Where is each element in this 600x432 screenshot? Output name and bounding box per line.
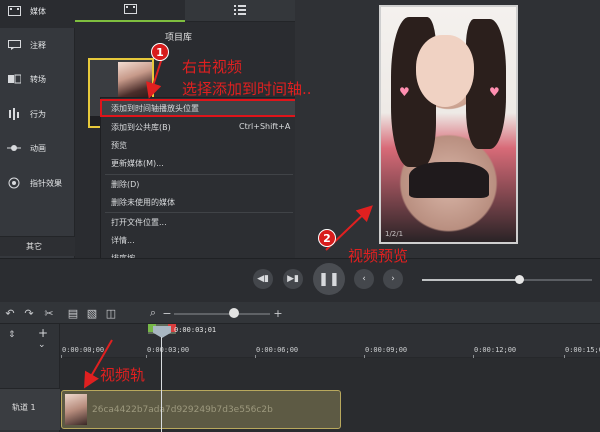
- film-icon: [123, 4, 137, 16]
- bin-title: 项目库: [165, 33, 193, 43]
- seek-progress: [422, 279, 519, 281]
- preview-garment: [409, 162, 489, 198]
- step2-text: 视频预览: [348, 247, 409, 265]
- redo-icon[interactable]: ↷: [22, 306, 36, 320]
- zoom-icon[interactable]: ⌕: [146, 306, 160, 320]
- menu-item-shortcut: Ctrl+Shift+A: [239, 122, 291, 131]
- menu-item-update-media[interactable]: 更新媒体(M)...: [101, 155, 297, 171]
- menu-item-add-to-playhead[interactable]: 添加到时间轴播放头位置: [100, 99, 298, 117]
- sidebar-item-label: 转场: [30, 74, 46, 84]
- context-menu: 添加到时间轴播放头位置 添加到公共库(B) Ctrl+Shift+A 预览 更新…: [100, 97, 298, 267]
- zoom-in-icon[interactable]: +: [271, 306, 285, 320]
- zoom-out-icon[interactable]: −: [160, 306, 174, 320]
- menu-item-label: 删除(D): [111, 180, 140, 189]
- menu-item-label: 详情...: [111, 236, 135, 245]
- menu-item-label: 添加到公共库(B): [111, 123, 171, 132]
- menu-item-label: 更新媒体(M)...: [111, 159, 164, 168]
- pause-icon: ❚❚: [318, 271, 340, 287]
- playhead-time: 0:00:03;01: [174, 326, 217, 334]
- seek-handle[interactable]: [514, 275, 524, 284]
- list-icon: [234, 5, 246, 17]
- step2-badge: 2: [318, 229, 336, 247]
- next-icon: ›: [391, 274, 395, 284]
- step1-text-line1: 右击视频: [182, 58, 243, 76]
- menu-item-label: 预览: [111, 141, 127, 150]
- video-clip[interactable]: 26ca4422b7ada7d929249b7d3e556c2b: [61, 390, 341, 429]
- step-forward-button[interactable]: ▶▮: [283, 269, 303, 289]
- ruler-tick-label: 0:00:03;00: [147, 346, 190, 354]
- next-button[interactable]: ›: [383, 269, 403, 289]
- undo-icon[interactable]: ↶: [3, 306, 17, 320]
- menu-item-label: 删除未使用的媒体: [111, 198, 175, 207]
- sidebar-item-media[interactable]: 媒体: [0, 0, 75, 28]
- chevron-down-icon[interactable]: ⌄: [38, 340, 46, 350]
- copy-icon[interactable]: ▤: [66, 306, 80, 320]
- clip-name: 26ca4422b7ada7d929249b7d3e556c2b: [92, 405, 273, 415]
- prev-icon: ‹: [362, 274, 366, 284]
- annotation-icon: [7, 39, 21, 51]
- sidebar-item-transitions[interactable]: 转场: [0, 62, 75, 96]
- sidebar-item-label: 动画: [30, 143, 46, 153]
- sidebar-item-label: 行为: [30, 109, 46, 119]
- step1-text-line2: 选择添加到时间轴..: [182, 80, 312, 98]
- sidebar-item-animations[interactable]: 动画: [0, 131, 75, 165]
- menu-item-label: 打开文件位置...: [111, 218, 167, 227]
- ruler-tick-label: 0:00:00;00: [62, 346, 105, 354]
- playhead-line: [161, 337, 162, 432]
- menu-item-delete[interactable]: 删除(D): [101, 176, 297, 192]
- ruler-tick-label: 0:00:06;00: [256, 346, 299, 354]
- video-preview-frame[interactable]: ♥ ♥ 1/2/1: [379, 5, 518, 244]
- heart-icon: ♥: [489, 85, 500, 99]
- ruler-tick-label: 0:00:12;00: [474, 346, 517, 354]
- thumbnail-image: [118, 62, 152, 98]
- cut-icon[interactable]: ✂: [42, 306, 56, 320]
- add-track-icon[interactable]: +: [38, 326, 48, 340]
- left-sidebar: 媒体 注释 转场 行为 动画 指针效果: [0, 0, 75, 258]
- rewind-icon: ◀▮: [257, 274, 269, 284]
- seek-bar[interactable]: [422, 275, 592, 284]
- clip-thumbnail: [65, 394, 87, 425]
- sidebar-item-label: 指针效果: [30, 178, 62, 188]
- animation-icon: [7, 142, 21, 154]
- behavior-icon: [7, 108, 21, 120]
- paste-icon[interactable]: ▧: [85, 306, 99, 320]
- sidebar-item-behaviors[interactable]: 行为: [0, 97, 75, 131]
- preview-face: [416, 35, 474, 107]
- other-button[interactable]: 其它: [26, 241, 42, 252]
- menu-item-delete-unused[interactable]: 删除未使用的媒体: [101, 194, 297, 210]
- sidebar-item-annotations[interactable]: 注释: [0, 28, 75, 62]
- menu-item-add-to-library[interactable]: 添加到公共库(B) Ctrl+Shift+A: [101, 119, 297, 135]
- split-icon[interactable]: ◫: [104, 306, 118, 320]
- previous-button[interactable]: ‹: [354, 269, 374, 289]
- zoom-slider[interactable]: [174, 313, 270, 315]
- preview-watermark: 1/2/1: [385, 230, 404, 238]
- film-icon: [7, 5, 21, 17]
- transition-icon: [7, 73, 21, 85]
- pause-button[interactable]: ❚❚: [313, 263, 345, 295]
- menu-item-open-location[interactable]: 打开文件位置...: [101, 214, 297, 230]
- ruler-tick-label: 0:00:09;00: [365, 346, 408, 354]
- track-annotation: 视频轨: [100, 366, 146, 384]
- sidebar-item-label: 媒体: [30, 6, 46, 16]
- menu-item-preview[interactable]: 预览: [101, 137, 297, 153]
- track-label: 轨道 1: [12, 403, 36, 412]
- sidebar-item-label: 注释: [30, 40, 46, 50]
- menu-separator: [105, 174, 293, 175]
- bin-tab-bar: [75, 0, 295, 22]
- menu-separator: [105, 212, 293, 213]
- timeline-ruler[interactable]: [60, 324, 600, 358]
- step-icon: ▶▮: [287, 274, 299, 284]
- heart-icon: ♥: [399, 85, 410, 99]
- sidebar-item-cursor-effects[interactable]: 指针效果: [0, 166, 75, 200]
- tab-library[interactable]: [185, 0, 295, 22]
- menu-item-label: 添加到时间轴播放头位置: [111, 104, 199, 113]
- menu-item-details[interactable]: 详情...: [101, 232, 297, 248]
- ruler-tick-label: 0:00:15;00: [565, 346, 600, 354]
- cursor-effect-icon: [7, 177, 21, 189]
- tab-media-bin[interactable]: [75, 0, 185, 22]
- step1-badge: 1: [151, 43, 169, 61]
- rewind-button[interactable]: ◀▮: [253, 269, 273, 289]
- track-lock-icon[interactable]: ⇕: [8, 330, 16, 340]
